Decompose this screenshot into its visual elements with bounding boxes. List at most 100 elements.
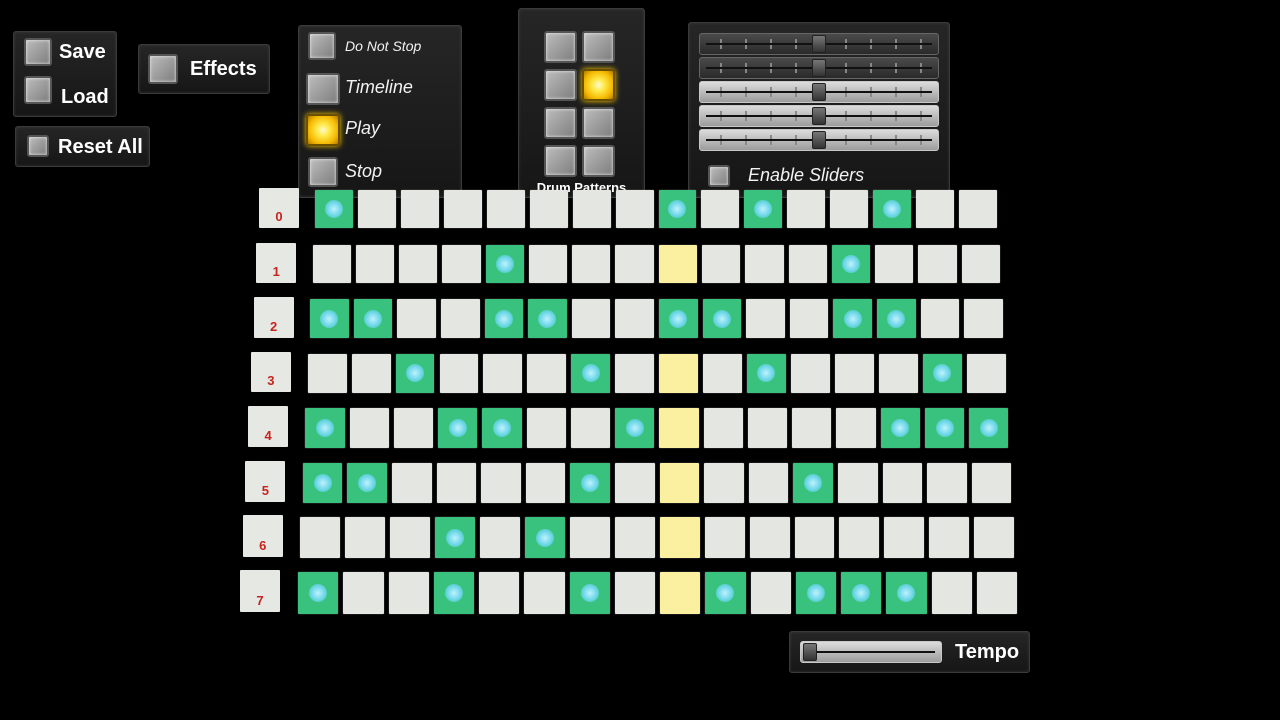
sequencer-step[interactable] <box>347 462 388 504</box>
sequencer-step[interactable] <box>873 190 912 228</box>
sequencer-step[interactable] <box>659 517 700 559</box>
sequencer-step[interactable] <box>658 299 698 339</box>
row-label[interactable]: 1 <box>256 242 297 283</box>
slider-knob[interactable] <box>812 131 826 149</box>
sequencer-step[interactable] <box>433 571 474 614</box>
sequencer-step[interactable] <box>834 353 874 394</box>
effect-slider[interactable] <box>699 81 939 103</box>
sequencer-step[interactable] <box>831 244 871 284</box>
sequencer-step[interactable] <box>393 408 434 449</box>
sequencer-step[interactable] <box>351 353 391 394</box>
sequencer-step[interactable] <box>482 408 522 449</box>
sequencer-step[interactable] <box>701 190 740 228</box>
sequencer-step[interactable] <box>701 244 741 284</box>
sequencer-step[interactable] <box>569 517 610 559</box>
sequencer-step[interactable] <box>836 408 876 449</box>
sequencer-step[interactable] <box>310 299 349 339</box>
sequencer-step[interactable] <box>961 244 1000 284</box>
sequencer-step[interactable] <box>660 571 701 614</box>
sequencer-step[interactable] <box>920 299 960 339</box>
sequencer-step[interactable] <box>345 517 386 559</box>
tempo-slider[interactable] <box>800 641 942 663</box>
sequencer-step[interactable] <box>298 571 339 614</box>
sequencer-step[interactable] <box>659 462 700 504</box>
sequencer-step[interactable] <box>439 353 479 394</box>
drum-pattern-button[interactable] <box>582 31 615 63</box>
slider-knob[interactable] <box>812 59 826 77</box>
sequencer-step[interactable] <box>388 571 429 614</box>
sequencer-step[interactable] <box>787 190 826 228</box>
sequencer-step[interactable] <box>837 462 878 504</box>
sequencer-step[interactable] <box>703 353 742 394</box>
sequencer-step[interactable] <box>479 571 520 614</box>
slider-knob[interactable] <box>812 83 826 101</box>
sequencer-step[interactable] <box>571 299 611 339</box>
sequencer-step[interactable] <box>747 408 788 449</box>
effect-slider[interactable] <box>699 57 939 79</box>
sequencer-step[interactable] <box>614 517 655 559</box>
sequencer-step[interactable] <box>572 244 611 284</box>
sequencer-step[interactable] <box>614 571 655 614</box>
sequencer-step[interactable] <box>878 353 918 394</box>
sequencer-step[interactable] <box>703 408 743 449</box>
sequencer-step[interactable] <box>793 462 833 504</box>
sequencer-step[interactable] <box>483 353 523 394</box>
sequencer-step[interactable] <box>880 408 920 449</box>
play-button[interactable] <box>306 114 340 146</box>
sequencer-step[interactable] <box>747 353 786 394</box>
sequencer-step[interactable] <box>349 408 389 449</box>
sequencer-step[interactable] <box>833 299 872 339</box>
sequencer-step[interactable] <box>615 244 654 284</box>
drum-pattern-button[interactable] <box>544 69 577 101</box>
save-button[interactable] <box>24 38 52 66</box>
sequencer-step[interactable] <box>964 299 1003 339</box>
slider-knob[interactable] <box>812 35 826 53</box>
row-label[interactable]: 6 <box>242 515 283 557</box>
sequencer-step[interactable] <box>615 299 654 339</box>
sequencer-step[interactable] <box>353 299 393 339</box>
sequencer-step[interactable] <box>744 190 783 228</box>
sequencer-step[interactable] <box>315 190 353 228</box>
sequencer-step[interactable] <box>746 299 785 339</box>
sequencer-step[interactable] <box>305 408 345 449</box>
sequencer-step[interactable] <box>525 517 565 559</box>
sequencer-step[interactable] <box>486 190 525 228</box>
sequencer-step[interactable] <box>704 517 745 559</box>
sequencer-step[interactable] <box>484 299 524 339</box>
sequencer-step[interactable] <box>481 462 521 504</box>
sequencer-step[interactable] <box>399 244 438 284</box>
reset-all-button[interactable] <box>27 135 49 157</box>
sequencer-step[interactable] <box>524 571 565 614</box>
sequencer-step[interactable] <box>438 408 478 449</box>
sequencer-step[interactable] <box>395 353 435 394</box>
drum-pattern-button[interactable] <box>582 107 615 139</box>
drum-pattern-button[interactable] <box>582 69 615 101</box>
drum-pattern-button[interactable] <box>544 31 577 63</box>
sequencer-step[interactable] <box>357 190 396 228</box>
row-label[interactable]: 7 <box>240 569 280 612</box>
row-label[interactable]: 5 <box>245 460 286 502</box>
sequencer-step[interactable] <box>572 190 611 228</box>
sequencer-step[interactable] <box>435 517 476 559</box>
sequencer-step[interactable] <box>704 462 744 504</box>
sequencer-step[interactable] <box>400 190 439 228</box>
sequencer-step[interactable] <box>971 462 1012 504</box>
row-label[interactable]: 0 <box>259 188 299 228</box>
sequencer-step[interactable] <box>750 571 791 614</box>
sequencer-step[interactable] <box>615 353 655 394</box>
sequencer-step[interactable] <box>570 408 611 449</box>
sequencer-step[interactable] <box>790 353 830 394</box>
row-label[interactable]: 3 <box>250 351 291 393</box>
sequencer-step[interactable] <box>927 462 967 504</box>
sequencer-step[interactable] <box>528 299 567 339</box>
timeline-button[interactable] <box>306 73 340 105</box>
sequencer-step[interactable] <box>569 571 610 614</box>
sequencer-step[interactable] <box>969 408 1009 449</box>
sequencer-step[interactable] <box>571 353 611 394</box>
sequencer-step[interactable] <box>529 190 568 228</box>
sequencer-step[interactable] <box>397 299 436 339</box>
sequencer-step[interactable] <box>748 462 789 504</box>
sequencer-step[interactable] <box>702 299 742 339</box>
sequencer-step[interactable] <box>841 571 882 614</box>
sequencer-step[interactable] <box>614 462 655 504</box>
